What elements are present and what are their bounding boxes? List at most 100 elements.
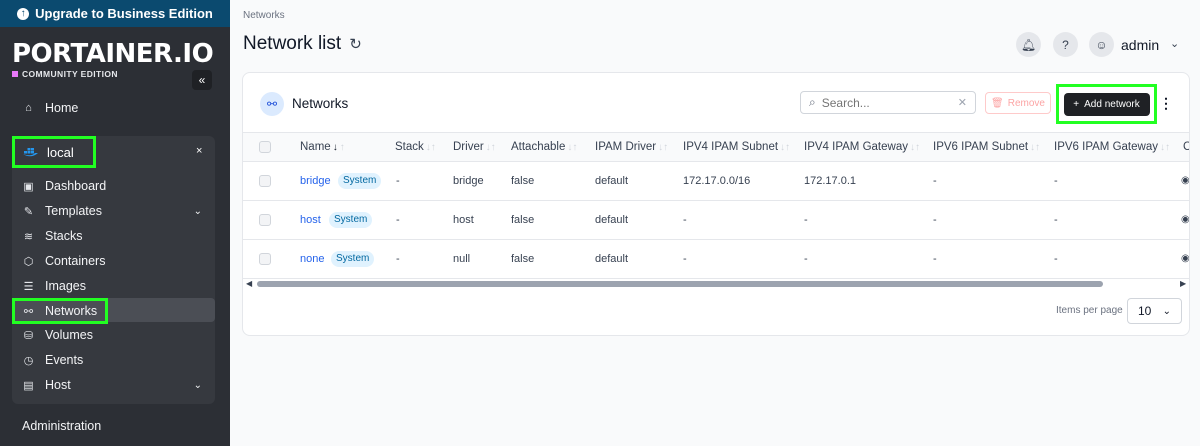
network-name-link[interactable]: bridge (300, 175, 331, 187)
user-icon[interactable]: ☺ (1089, 32, 1114, 57)
refresh-icon[interactable]: ↻ (349, 35, 362, 53)
column-header-stack[interactable]: Stack ↓↑ (395, 141, 436, 153)
cell-ipv6-gateway: - (1054, 253, 1058, 265)
cell-ipv4-gateway: 172.17.0.1 (804, 175, 856, 187)
edition-square-icon (12, 71, 18, 77)
environment-local[interactable]: local (12, 136, 96, 168)
column-header-ipv4-subnet[interactable]: IPV4 IPAM Subnet ↓↑ (683, 141, 790, 153)
environment-name: local (47, 144, 74, 160)
table-row: bridge System - bridge false default 172… (243, 162, 1190, 201)
search-input[interactable] (821, 95, 942, 110)
sidebar-item-label: Images (45, 279, 86, 293)
upgrade-label: Upgrade to Business Edition (35, 6, 213, 21)
scroll-left-icon[interactable]: ◀ (246, 279, 252, 288)
sidebar-item-images[interactable]: ☰ Images (12, 274, 214, 298)
more-options-icon[interactable]: ⋮ (1159, 95, 1173, 112)
containers-icon: ⬡ (23, 255, 34, 268)
events-icon: ◷ (23, 354, 34, 367)
cell-ipv4-gateway: - (804, 253, 808, 265)
row-checkbox[interactable] (259, 175, 271, 187)
cell-ipv4-gateway: - (804, 214, 808, 226)
arrow-up-icon: ↑ (17, 7, 30, 20)
column-header-truncated[interactable]: C (1183, 141, 1189, 153)
collapse-sidebar-button[interactable]: « (192, 70, 212, 90)
cell-attachable: false (511, 175, 535, 187)
system-badge: System (338, 173, 382, 189)
remove-button[interactable]: 🗑︎ Remove (985, 92, 1051, 114)
sidebar-item-containers[interactable]: ⬡ Containers (12, 249, 214, 273)
cell-stack: - (396, 214, 400, 226)
horizontal-scrollbar[interactable]: ◀ ▶ (243, 278, 1189, 290)
sidebar-item-events[interactable]: ◷ Events (12, 348, 214, 372)
logo-area: PORTAINER.IO COMMUNITY EDITION « (0, 27, 230, 90)
help-icon[interactable]: ? (1053, 32, 1078, 57)
network-name-link[interactable]: host (300, 214, 321, 226)
clear-search-icon[interactable]: ✕ (958, 96, 967, 109)
cell-ipv4-subnet: - (683, 253, 687, 265)
eye-icon: ◉ (1181, 214, 1190, 225)
remove-label: Remove (1007, 97, 1045, 109)
items-per-page-value: 10 (1138, 304, 1152, 318)
chevron-down-icon: ⌄ (193, 379, 202, 391)
sidebar-item-label: Stacks (45, 229, 83, 243)
sidebar-item-volumes[interactable]: ⛁ Volumes (12, 323, 214, 347)
network-name-link[interactable]: none (300, 253, 324, 265)
sidebar: ↑ Upgrade to Business Edition PORTAINER.… (0, 0, 230, 446)
cell-ipv6-subnet: - (933, 214, 937, 226)
sidebar-item-label: Events (45, 353, 84, 367)
plus-icon: + (1073, 98, 1080, 110)
docker-icon (23, 148, 38, 157)
sidebar-item-label: Host (45, 378, 71, 392)
breadcrumb[interactable]: Networks (243, 10, 285, 21)
cell-ipam-driver: default (595, 214, 629, 226)
column-header-driver[interactable]: Driver ↓↑ (453, 141, 496, 153)
add-network-button[interactable]: + Add network (1063, 92, 1150, 116)
items-per-page-select[interactable]: 10 ⌄ (1127, 298, 1182, 324)
panel-title: Networks (292, 96, 349, 111)
upgrade-banner[interactable]: ↑ Upgrade to Business Edition (0, 0, 230, 27)
row-checkbox[interactable] (259, 214, 271, 226)
search-box[interactable]: ⌕ ✕ (800, 91, 976, 114)
sidebar-item-label: Networks (45, 304, 98, 318)
cell-ipam-driver: default (595, 253, 629, 265)
column-header-ipam-driver[interactable]: IPAM Driver ↓↑ (595, 141, 668, 153)
administration-section[interactable]: Administration (22, 419, 101, 433)
sidebar-item-stacks[interactable]: ≋ Stacks (12, 224, 214, 248)
scroll-right-icon[interactable]: ▶ (1180, 279, 1186, 288)
user-menu-name[interactable]: admin (1121, 37, 1159, 53)
sidebar-item-networks[interactable]: ⚯ Networks (12, 298, 108, 324)
cell-ipv6-gateway: - (1054, 175, 1058, 187)
cell-stack: - (396, 175, 400, 187)
scrollbar-thumb[interactable] (257, 281, 1103, 287)
stacks-icon: ≋ (23, 230, 34, 243)
select-all-checkbox[interactable] (259, 141, 271, 153)
sidebar-item-host[interactable]: ▤ Host ⌄ (12, 373, 214, 397)
sidebar-item-home[interactable]: ⌂ Home (12, 96, 214, 120)
close-environment-icon[interactable]: × (196, 145, 202, 157)
trash-icon: 🗑︎ (991, 97, 1004, 109)
chevron-down-icon[interactable]: ⌄ (1170, 37, 1179, 50)
column-header-attachable[interactable]: Attachable ↓↑ (511, 141, 577, 153)
eye-icon: ◉ (1181, 175, 1190, 186)
templates-icon: ✎ (23, 205, 34, 218)
column-header-ipv6-subnet[interactable]: IPV6 IPAM Subnet ↓↑ (933, 141, 1040, 153)
networks-icon: ⚯ (23, 305, 34, 318)
networks-icon: ⚯ (260, 92, 284, 116)
home-icon: ⌂ (25, 102, 32, 114)
sidebar-item-label: Volumes (45, 328, 93, 342)
panel-header: ⚯ Networks ⌕ ✕ 🗑︎ Remove + Add network ⋮ (243, 73, 1189, 132)
row-checkbox[interactable] (259, 253, 271, 265)
bell-icon[interactable]: 🔔︎ (1016, 32, 1041, 57)
dashboard-icon: ▣ (23, 180, 34, 193)
cell-ipv6-subnet: - (933, 253, 937, 265)
sidebar-item-label: Dashboard (45, 179, 107, 193)
column-header-name[interactable]: Name ↓ ↑ (300, 141, 345, 153)
eye-icon: ◉ (1181, 253, 1190, 264)
column-header-ipv6-gateway[interactable]: IPV6 IPAM Gateway ↓↑ (1054, 141, 1170, 153)
column-header-ipv4-gateway[interactable]: IPV4 IPAM Gateway ↓↑ (804, 141, 920, 153)
sidebar-item-templates[interactable]: ✎ Templates ⌄ (12, 199, 214, 223)
system-badge: System (329, 212, 373, 228)
sidebar-item-dashboard[interactable]: ▣ Dashboard (12, 174, 214, 198)
cell-stack: - (396, 253, 400, 265)
cell-driver: null (453, 253, 471, 265)
